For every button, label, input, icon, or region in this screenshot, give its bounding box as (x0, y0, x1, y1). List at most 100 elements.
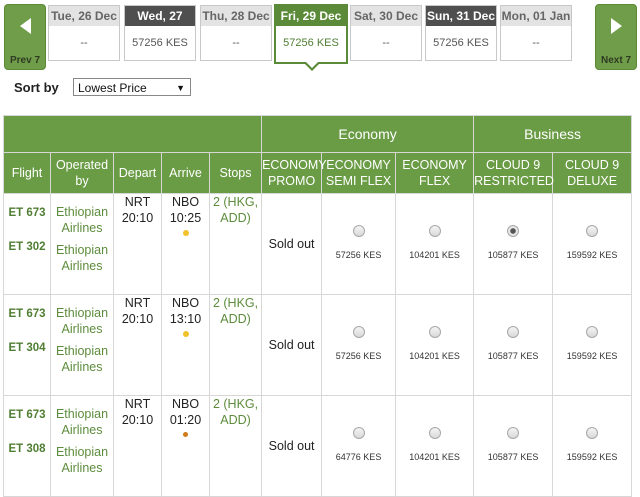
economy-promo-sold-out: Sold out (261, 294, 323, 396)
table-row: ET 673 ET 302 Ethiopian Airlines Ethiopian … (3, 193, 633, 295)
date-tab-label: Mon, 01 Jan (501, 6, 571, 26)
fare-radio[interactable] (507, 427, 520, 439)
fare-option[interactable]: 64776 KES (321, 395, 397, 497)
sort-select-value: Lowest Price (78, 81, 147, 95)
caret-down-icon: ▼ (176, 83, 185, 93)
airline-name: Ethiopian Airlines (55, 306, 109, 336)
depart-airport: NRT (124, 195, 151, 209)
prev-7-label: Prev 7 (9, 55, 41, 66)
date-tab-price: 57256 KES (132, 37, 188, 49)
arrive-cell: NBO 13:10 (161, 294, 210, 396)
selected-pointer-inner (306, 62, 318, 68)
fare-price: 105877 KES (487, 351, 539, 361)
fare-option[interactable]: 104201 KES (395, 395, 475, 497)
fare-radio[interactable] (428, 326, 441, 338)
fare-option[interactable]: 105877 KES (473, 193, 554, 295)
date-tab-label: Sun, 31 Dec (426, 6, 496, 26)
depart-airport: NRT (124, 397, 151, 411)
fare-option[interactable]: 159592 KES (552, 294, 633, 396)
date-tab-label: Sat, 30 Dec (351, 6, 421, 26)
flight-number: ET 302 (8, 241, 46, 253)
col-flight: Flight (3, 152, 51, 194)
fare-option[interactable]: 104201 KES (395, 193, 475, 295)
depart-time: 20:10 (121, 211, 154, 225)
stops-link[interactable]: 2 (HKG, ADD) (208, 294, 263, 396)
fare-option[interactable]: 104201 KES (395, 294, 475, 396)
date-tab-label: Tue, 26 Dec (49, 6, 119, 26)
col-depart: Depart (113, 152, 162, 194)
date-tab[interactable]: Fri, 29 Dec 57256 KES (274, 4, 348, 71)
fare-option[interactable]: 159592 KES (552, 395, 633, 497)
flight-number: ET 308 (8, 443, 46, 455)
flight-number: ET 673 (8, 308, 46, 320)
economy-promo-sold-out: Sold out (261, 395, 323, 497)
next-7-button[interactable]: Next 7 (595, 4, 637, 70)
col-economy-semi-flex: ECONOMY SEMI FLEX (321, 152, 397, 194)
date-tab-label: Wed, 27 Dec (125, 6, 195, 43)
flight-number: ET 304 (8, 342, 46, 354)
fare-price: 105877 KES (487, 452, 539, 462)
arrive-airport: NBO (171, 397, 200, 411)
date-tab[interactable]: Wed, 27 Dec 57256 KES (124, 5, 196, 61)
arrive-cell: NBO 01:20 (161, 395, 210, 497)
sort-by-label: Sort by (14, 80, 59, 95)
stops-link[interactable]: 2 (HKG, ADD) (208, 395, 263, 497)
date-tab[interactable]: Thu, 28 Dec -- (200, 5, 272, 61)
fare-price: 159592 KES (566, 351, 618, 361)
airline-name: Ethiopian Airlines (55, 445, 109, 475)
flights-table: Economy Business Flight Operated by Depa… (2, 115, 633, 497)
flight-number: ET 673 (8, 207, 46, 219)
date-tab-price: 57256 KES (283, 37, 339, 49)
fare-option[interactable]: 57256 KES (321, 294, 397, 396)
flight-number: ET 673 (8, 409, 46, 421)
fare-price: 105877 KES (487, 250, 539, 260)
depart-cell: NRT 20:10 (113, 193, 162, 295)
economy-promo-sold-out: Sold out (261, 193, 323, 295)
date-tab[interactable]: Mon, 01 Jan -- (500, 5, 572, 61)
date-tab[interactable]: Sun, 31 Dec 57256 KES (425, 5, 497, 61)
fare-price: 104201 KES (409, 452, 460, 462)
sort-select[interactable]: Lowest Price ▼ (73, 78, 191, 96)
fare-radio[interactable] (428, 225, 441, 237)
arrive-cell: NBO 10:25 (161, 193, 210, 295)
fare-radio[interactable] (428, 427, 441, 439)
col-operated-by: Operated by (50, 152, 114, 194)
col-economy-promo: ECONOMY PROMO (261, 152, 327, 194)
fare-option[interactable]: 105877 KES (473, 294, 554, 396)
date-tab[interactable]: Tue, 26 Dec -- (48, 5, 120, 61)
date-tab-label: Fri, 29 Dec (276, 6, 346, 26)
moon-icon (183, 432, 188, 437)
col-cloud9-deluxe: CLOUD 9 DELUXE (552, 152, 633, 194)
fare-option[interactable]: 57256 KES (321, 193, 397, 295)
airline-name: Ethiopian Airlines (55, 344, 109, 374)
fare-price: 159592 KES (566, 452, 618, 462)
sun-icon (182, 331, 189, 337)
arrive-time: 13:10 (169, 312, 202, 326)
stops-link[interactable]: 2 (HKG, ADD) (208, 193, 263, 295)
depart-cell: NRT 20:10 (113, 294, 162, 396)
fare-option[interactable]: 159592 KES (552, 193, 633, 295)
date-tab-label: Thu, 28 Dec (201, 6, 271, 26)
fare-radio[interactable] (507, 326, 520, 338)
arrow-right-icon (610, 18, 622, 34)
next-7-label: Next 7 (600, 55, 631, 66)
date-tab[interactable]: Sat, 30 Dec -- (350, 5, 422, 61)
depart-cell: NRT 20:10 (113, 395, 162, 497)
cabin-economy-header: Economy (261, 115, 475, 153)
arrive-time: 01:20 (169, 413, 202, 427)
col-cloud9-restricted: CLOUD 9 RESTRICTED (473, 152, 554, 194)
fare-radio[interactable] (507, 225, 520, 237)
fare-radio[interactable] (586, 326, 599, 338)
col-stops: Stops (208, 152, 263, 194)
fare-option[interactable]: 105877 KES (473, 395, 554, 497)
fare-radio[interactable] (352, 326, 365, 338)
fare-radio[interactable] (586, 427, 599, 439)
fare-radio[interactable] (586, 225, 599, 237)
airline-name: Ethiopian Airlines (55, 407, 109, 437)
date-tab-price: -- (382, 37, 390, 49)
prev-7-button[interactable]: Prev 7 (4, 4, 46, 70)
arrive-time: 10:25 (169, 211, 202, 225)
arrive-airport: NBO (171, 296, 200, 310)
fare-radio[interactable] (352, 427, 365, 439)
fare-radio[interactable] (352, 225, 365, 237)
